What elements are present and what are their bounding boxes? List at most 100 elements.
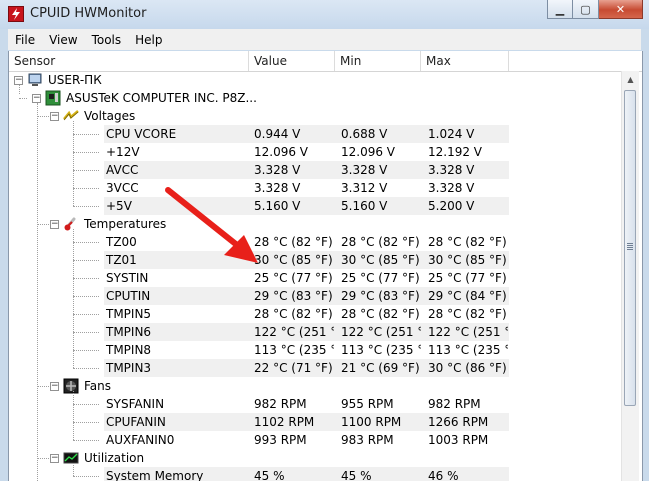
node-label: Fans bbox=[84, 379, 112, 393]
sensor-name: AVCC bbox=[106, 163, 139, 177]
hwmonitor-app-icon bbox=[8, 6, 24, 22]
sensor-row[interactable]: CPUFANIN 1102 RPM 1100 RPM 1266 RPM bbox=[9, 413, 621, 431]
sensor-row[interactable]: TMPIN6 122 °C (251 °... 122 °C (251 °... 12… bbox=[9, 323, 621, 341]
tree-connector-line bbox=[73, 242, 99, 243]
collapse-toggle-icon[interactable]: − bbox=[50, 112, 59, 121]
vertical-scrollbar[interactable]: ▲ bbox=[621, 71, 639, 481]
tree-connector-line bbox=[73, 350, 99, 351]
menu-tools[interactable]: Tools bbox=[85, 33, 129, 47]
sensor-row[interactable]: +5V 5.160 V 5.160 V 5.200 V bbox=[9, 197, 621, 215]
sensor-row[interactable]: +12V 12.096 V 12.096 V 12.192 V bbox=[9, 143, 621, 161]
tree-group-utilization[interactable]: − Utilization bbox=[9, 449, 621, 467]
sensor-name: TMPIN6 bbox=[106, 325, 152, 339]
minimize-button[interactable]: ▁ bbox=[547, 0, 573, 19]
sensor-row[interactable]: CPUTIN 29 °C (83 °F) 29 °C (83 °F) 29 °C (8… bbox=[9, 287, 621, 305]
tree-connector-line bbox=[73, 121, 74, 206]
sensor-row[interactable]: CPU VCORE 0.944 V 0.688 V 1.024 V bbox=[9, 125, 621, 143]
tree-group-fans[interactable]: − Fans bbox=[9, 377, 621, 395]
tree-connector-line bbox=[37, 458, 49, 459]
collapse-toggle-icon[interactable]: − bbox=[14, 76, 23, 85]
tree-node-motherboard[interactable]: − ASUSTeK COMPUTER INC. P8Z... bbox=[9, 89, 621, 107]
sensor-name: System Memory bbox=[106, 469, 204, 481]
tree-connector-line bbox=[37, 103, 38, 481]
title-bar: CPUID HWMonitor ▁ ▢ ✕ bbox=[0, 0, 649, 29]
sensor-max: 122 °C (251 °... bbox=[428, 325, 508, 339]
sensor-row[interactable]: TMPIN3 22 °C (71 °F) 21 °C (69 °F) 30 °C (8… bbox=[9, 359, 621, 377]
node-label: USER-ПК bbox=[48, 73, 102, 87]
column-value[interactable]: Value bbox=[249, 51, 335, 71]
sensor-min: 1100 RPM bbox=[341, 415, 402, 429]
sensor-row[interactable]: System Memory 45 % 45 % 46 % bbox=[9, 467, 621, 481]
scroll-thumb[interactable] bbox=[624, 90, 636, 406]
sensor-value: 29 °C (83 °F) bbox=[254, 289, 333, 303]
sensor-row[interactable]: SYSTIN 25 °C (77 °F) 25 °C (77 °F) 25 °C (7… bbox=[9, 269, 621, 287]
collapse-toggle-icon[interactable]: − bbox=[50, 382, 59, 391]
sensor-value: 0.944 V bbox=[254, 127, 301, 141]
sensor-max: 28 °C (82 °F) bbox=[428, 235, 507, 249]
sensor-row[interactable]: TZ01 30 °C (85 °F) 30 °C (85 °F) 30 °C (85 … bbox=[9, 251, 621, 269]
menu-file[interactable]: File bbox=[8, 33, 42, 47]
voltage-icon bbox=[63, 108, 79, 124]
menu-view[interactable]: View bbox=[42, 33, 84, 47]
sensor-value: 45 % bbox=[254, 469, 285, 481]
collapse-toggle-icon[interactable]: − bbox=[50, 220, 59, 229]
sensor-min: 122 °C (251 °... bbox=[341, 325, 421, 339]
sensor-min: 28 °C (82 °F) bbox=[341, 235, 420, 249]
tree-node-computer[interactable]: − USER-ПК bbox=[9, 71, 621, 89]
collapse-toggle-icon[interactable]: − bbox=[32, 94, 41, 103]
sensor-row[interactable]: TMPIN8 113 °C (235 °... 113 °C (235 °... 11… bbox=[9, 341, 621, 359]
sensor-min: 3.312 V bbox=[341, 181, 388, 195]
sensor-row[interactable]: 3VCC 3.328 V 3.312 V 3.328 V bbox=[9, 179, 621, 197]
close-button[interactable]: ✕ bbox=[599, 0, 643, 19]
tree-connector-line bbox=[73, 422, 99, 423]
sensor-max: 12.192 V bbox=[428, 145, 483, 159]
sensor-min: 12.096 V bbox=[341, 145, 396, 159]
sensor-min: 25 °C (77 °F) bbox=[341, 271, 420, 285]
tree-connector-line bbox=[73, 463, 74, 476]
sensor-min: 0.688 V bbox=[341, 127, 388, 141]
tree-connector-line bbox=[73, 229, 74, 368]
sensor-max: 29 °C (84 °F) bbox=[428, 289, 507, 303]
sensor-row[interactable]: AVCC 3.328 V 3.328 V 3.328 V bbox=[9, 161, 621, 179]
sensor-max: 113 °C (235 °... bbox=[428, 343, 508, 357]
column-sensor[interactable]: Sensor bbox=[9, 51, 249, 71]
sensor-min: 5.160 V bbox=[341, 199, 388, 213]
sensor-row[interactable]: TZ00 28 °C (82 °F) 28 °C (82 °F) 28 °C (82 … bbox=[9, 233, 621, 251]
sensor-value: 22 °C (71 °F) bbox=[254, 361, 333, 375]
tree-connector-line bbox=[19, 98, 27, 99]
fan-icon bbox=[63, 378, 79, 394]
sensor-max: 25 °C (77 °F) bbox=[428, 271, 507, 285]
sensor-row[interactable]: AUXFANIN0 993 RPM 983 RPM 1003 RPM bbox=[9, 431, 621, 449]
sensor-name: +12V bbox=[106, 145, 140, 159]
sensor-max: 982 RPM bbox=[428, 397, 481, 411]
tree-group-voltages[interactable]: − Voltages bbox=[9, 107, 621, 125]
sensor-row[interactable]: SYSFANIN 982 RPM 955 RPM 982 RPM bbox=[9, 395, 621, 413]
column-min[interactable]: Min bbox=[335, 51, 421, 71]
node-label: Voltages bbox=[84, 109, 136, 123]
sensor-max: 3.328 V bbox=[428, 163, 475, 177]
maximize-button[interactable]: ▢ bbox=[573, 0, 599, 19]
scroll-up-arrow-icon[interactable]: ▲ bbox=[622, 71, 639, 88]
sensor-value: 113 °C (235 °... bbox=[254, 343, 334, 357]
tree-connector-line bbox=[73, 404, 99, 405]
sensor-name: TMPIN3 bbox=[106, 361, 152, 375]
sensor-row[interactable]: TMPIN5 28 °C (82 °F) 28 °C (82 °F) 28 °C (8… bbox=[9, 305, 621, 323]
tree-connector-line bbox=[37, 224, 49, 225]
sensor-name: CPUTIN bbox=[106, 289, 151, 303]
column-max[interactable]: Max bbox=[421, 51, 509, 71]
menu-bar: File View Tools Help bbox=[8, 29, 641, 50]
tree-connector-line bbox=[73, 391, 74, 440]
tree-group-temperatures[interactable]: − Temperatures bbox=[9, 215, 621, 233]
tree-connector-line bbox=[73, 260, 99, 261]
tree-connector-line bbox=[73, 278, 99, 279]
motherboard-icon bbox=[45, 90, 61, 106]
sensor-max: 3.328 V bbox=[428, 181, 475, 195]
sensor-value: 993 RPM bbox=[254, 433, 307, 447]
menu-help[interactable]: Help bbox=[128, 33, 169, 47]
sensor-min: 28 °C (82 °F) bbox=[341, 307, 420, 321]
sensor-max: 1003 RPM bbox=[428, 433, 489, 447]
sensor-value: 28 °C (82 °F) bbox=[254, 307, 333, 321]
collapse-toggle-icon[interactable]: − bbox=[50, 454, 59, 463]
sensor-max: 30 °C (85 °F) bbox=[428, 253, 507, 267]
sensor-name: CPUFANIN bbox=[106, 415, 166, 429]
